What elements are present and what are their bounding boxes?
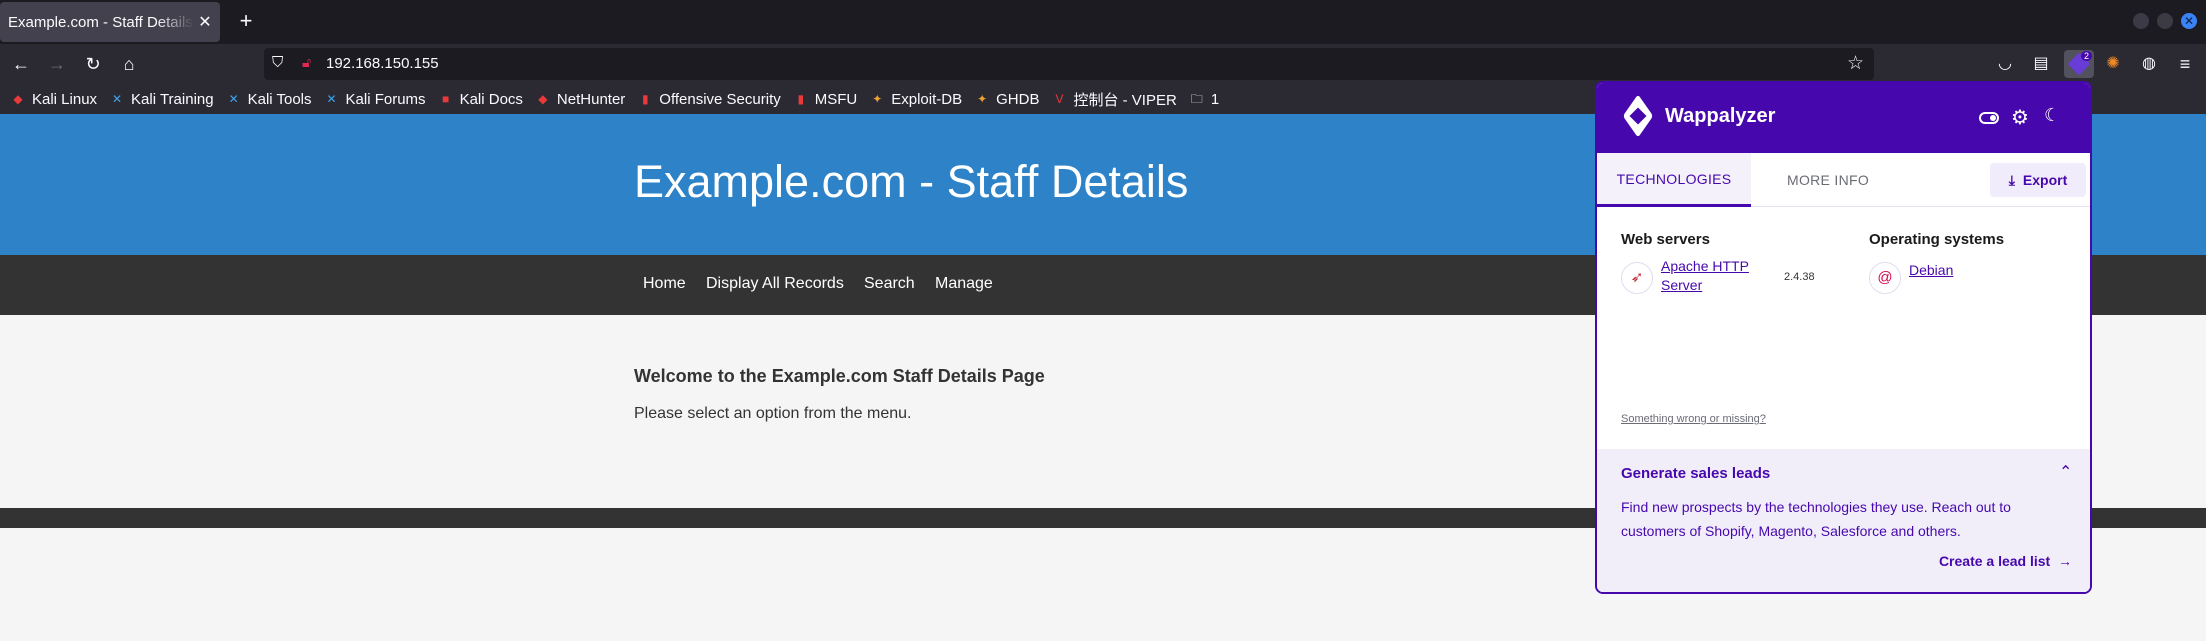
something-wrong-link[interactable]: Something wrong or missing? <box>1621 413 1766 425</box>
menu-home-link[interactable]: Home <box>643 275 686 293</box>
bookmark-label: Kali Training <box>131 90 214 108</box>
folder-icon: 🗀︎ <box>1190 92 1203 106</box>
minimize-button[interactable] <box>2133 13 2149 29</box>
menu-manage-link[interactable]: Manage <box>935 275 993 293</box>
reload-icon[interactable]: ↻ <box>81 52 105 76</box>
export-button[interactable]: ⤓ Export <box>1990 163 2086 197</box>
menu-display-all-records-link[interactable]: Display All Records <box>706 275 844 293</box>
hamburger-menu-icon[interactable]: ≡ <box>2174 53 2196 75</box>
tab-strip: Example.com - Staff Details ✕ + ✕ <box>0 0 2206 44</box>
tech-apache-link[interactable]: Apache HTTP Server <box>1661 257 1749 295</box>
create-lead-list-label: Create a lead list <box>1938 553 2051 569</box>
browser-tab-active[interactable]: Example.com - Staff Details ✕ <box>0 2 220 42</box>
kali-docs-icon: ■ <box>441 92 450 106</box>
wappalyzer-extension-button[interactable]: 2 <box>2064 50 2094 78</box>
tracking-protection-shield-icon[interactable]: ⛉ <box>272 54 283 71</box>
address-bar[interactable]: ⛉ 🔓︎ 192.168.150.155 ☆ <box>264 48 1874 80</box>
bookmark-item[interactable]: 🗀︎ 1 <box>1189 91 1219 108</box>
intro-text: Please select an option from the menu. <box>634 405 912 422</box>
gear-icon[interactable]: ⚙ <box>2011 105 2029 130</box>
maximize-button[interactable] <box>2157 13 2173 29</box>
sales-leads-description: Find new prospects by the technologies t… <box>1621 499 2011 539</box>
bookmark-label: GHDB <box>996 90 1040 108</box>
bookmark-item[interactable]: ▮ Offensive Security <box>637 90 781 108</box>
bookmark-label: Kali Forums <box>345 90 426 108</box>
create-lead-list-link[interactable]: Create a lead list → <box>1939 553 2072 569</box>
msfu-icon: ▮ <box>797 92 805 106</box>
bookmark-item[interactable]: ✕ Kali Forums <box>324 91 426 108</box>
moon-icon[interactable]: ☾ <box>2044 105 2060 126</box>
offsec-icon: ▮ <box>641 92 649 106</box>
bookmark-label: Kali Linux <box>32 90 98 108</box>
tech-apache-version: 2.4.38 <box>1784 271 1815 283</box>
bookmark-item[interactable]: V 控制台 - VIPER <box>1051 89 1176 110</box>
kali-tools-icon: ✕ <box>228 92 239 106</box>
nethunter-icon: ◆ <box>538 92 548 106</box>
bookmark-label: 控制台 - VIPER <box>1073 91 1177 109</box>
chevron-up-icon[interactable]: ⌃ <box>2059 462 2072 482</box>
bookmark-label: Kali Docs <box>459 90 523 108</box>
navigation-toolbar: ← → ↻ ⌂ ⛉ 🔓︎ 192.168.150.155 ☆ ◡ ▤ 2 ✺ ◍… <box>0 44 2206 84</box>
category-operating-systems: Operating systems <box>1869 231 2005 248</box>
bookmark-item[interactable]: ✕ Kali Training <box>109 91 214 108</box>
bookmark-item[interactable]: ✦ Exploit-DB <box>869 91 962 108</box>
debian-swirl-icon: @ <box>1869 262 1901 294</box>
bookmark-item[interactable]: ▮ MSFU <box>793 90 858 108</box>
tech-debian-link[interactable]: Debian <box>1909 261 1953 280</box>
bookmark-item[interactable]: ■ Kali Docs <box>438 91 523 108</box>
insecure-lock-icon[interactable]: 🔓︎ <box>302 54 311 71</box>
apache-feather-icon: ➶ <box>1621 262 1653 294</box>
new-tab-button[interactable]: + <box>232 8 260 36</box>
kali-forums-icon: ✕ <box>326 92 337 106</box>
kali-dragon-icon: ◆ <box>13 92 23 106</box>
tab-technologies[interactable]: TECHNOLOGIES <box>1597 153 1751 207</box>
menu-search-link[interactable]: Search <box>864 275 915 293</box>
bookmark-star-icon[interactable]: ☆ <box>1847 52 1864 75</box>
tab-more-info[interactable]: MORE INFO <box>1751 153 1905 207</box>
reader-icon[interactable]: ▤ <box>2030 53 2052 75</box>
sales-leads-title[interactable]: Generate sales leads <box>1621 465 1770 482</box>
bookmark-label: MSFU <box>814 90 858 108</box>
welcome-heading: Welcome to the Example.com Staff Details… <box>634 366 1045 386</box>
ghdb-icon: ✦ <box>977 92 988 106</box>
export-label: Export <box>2022 172 2068 188</box>
arrow-right-icon: → <box>2054 553 2072 569</box>
sales-leads-panel: Generate sales leads ⌃ Find new prospect… <box>1597 449 2090 592</box>
page-title: Example.com - Staff Details <box>634 156 1189 207</box>
viper-icon: V <box>1055 92 1064 106</box>
tech-apache-line1: Apache HTTP <box>1661 258 1749 274</box>
pocket-icon[interactable]: ◡ <box>1994 53 2016 75</box>
back-arrow-icon[interactable]: ← <box>9 52 33 76</box>
bookmark-label: Exploit-DB <box>891 90 963 108</box>
category-web-servers: Web servers <box>1621 231 1710 248</box>
wappalyzer-logo-icon <box>1619 94 1659 138</box>
wappalyzer-brand: Wappalyzer <box>1665 105 1776 127</box>
cookie-icon[interactable]: ◍ <box>2138 53 2160 75</box>
bookmark-item[interactable]: ✕ Kali Tools <box>226 91 312 108</box>
forward-arrow-icon[interactable]: → <box>45 52 69 76</box>
foxyproxy-fox-icon[interactable]: ✺ <box>2102 53 2124 75</box>
kali-training-icon: ✕ <box>112 92 123 106</box>
url-text[interactable]: 192.168.150.155 <box>326 55 439 72</box>
wappalyzer-popup: Wappalyzer ⚙ ☾ TECHNOLOGIES MORE INFO ⤓ … <box>1595 81 2092 594</box>
toggle-icon[interactable] <box>1979 112 1999 124</box>
bookmark-label: Kali Tools <box>247 90 312 108</box>
extension-badge: 2 <box>2080 51 2092 61</box>
bookmark-item[interactable]: ✦ GHDB <box>974 91 1039 108</box>
tab-close-icon[interactable]: ✕ <box>194 12 216 32</box>
bookmark-label: 1 <box>1210 90 1220 108</box>
download-icon: ⤓ <box>2008 171 2015 188</box>
bookmark-item[interactable]: ◆ NetHunter <box>535 91 625 108</box>
home-icon[interactable]: ⌂ <box>117 52 141 76</box>
bookmark-label: Offensive Security <box>659 90 781 108</box>
tab-title: Example.com - Staff Details <box>8 13 193 31</box>
wappalyzer-header: Wappalyzer ⚙ ☾ <box>1597 83 2090 153</box>
close-window-button[interactable]: ✕ <box>2181 13 2197 29</box>
exploitdb-icon: ✦ <box>872 92 883 106</box>
bookmark-label: NetHunter <box>556 90 626 108</box>
tech-apache-line2: Server <box>1661 277 1703 293</box>
bookmark-item[interactable]: ◆ Kali Linux <box>10 91 97 108</box>
